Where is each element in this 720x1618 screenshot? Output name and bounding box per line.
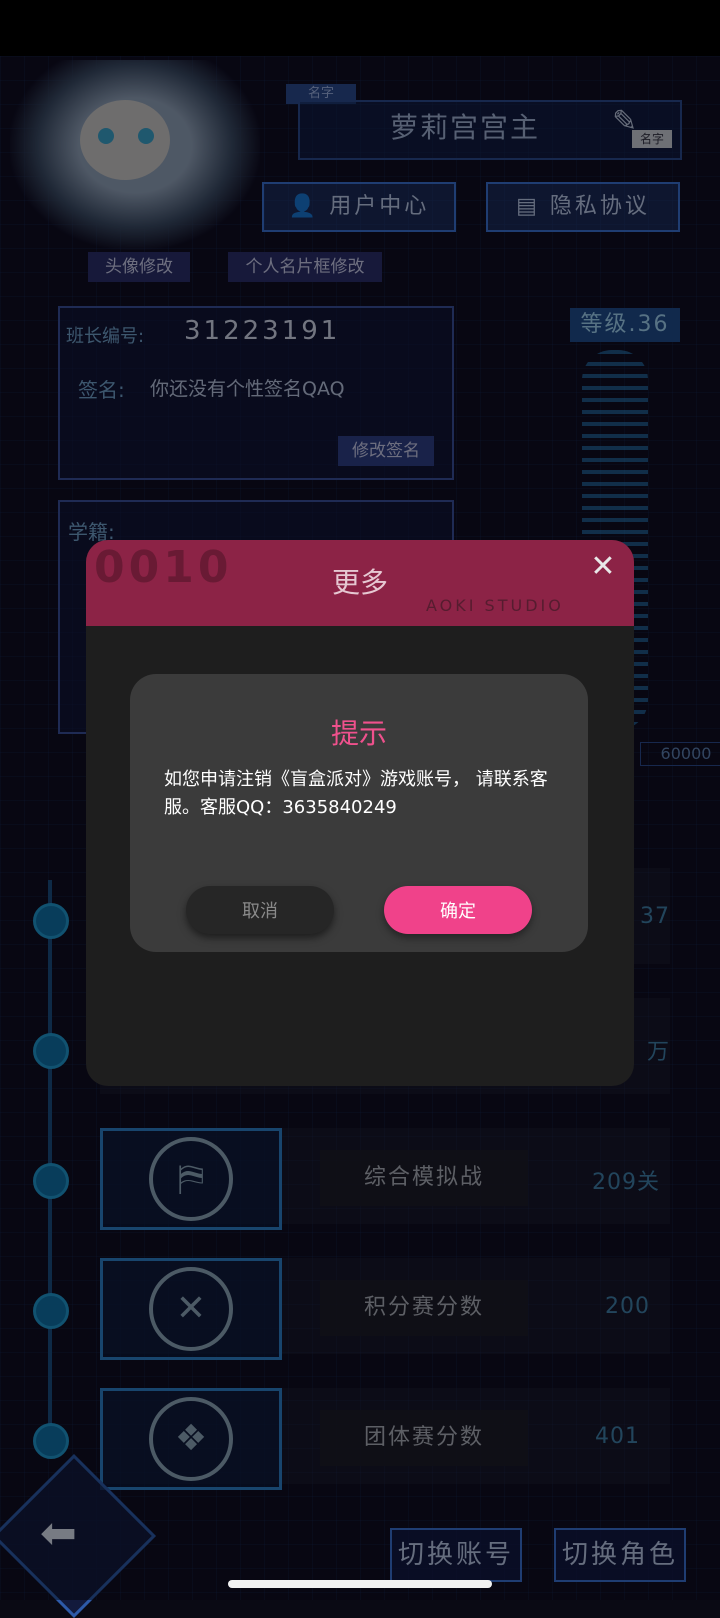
alert-message: 如您申请注销《盲盒派对》游戏账号， 请联系客服。客服QQ：3635840249 xyxy=(164,769,548,818)
studio-watermark: AOKI STUDIO xyxy=(426,596,564,615)
close-icon[interactable]: ✕ xyxy=(586,550,620,584)
alert-dialog: 提示 如您申请注销《盲盒派对》游戏账号， 请联系客服。客服QQ：36358402… xyxy=(130,674,588,952)
status-bar xyxy=(0,0,720,56)
cancel-button[interactable]: 取消 xyxy=(186,886,334,934)
confirm-button[interactable]: 确定 xyxy=(384,886,532,934)
home-indicator[interactable] xyxy=(228,1580,492,1588)
alert-title: 提示 xyxy=(330,717,387,750)
